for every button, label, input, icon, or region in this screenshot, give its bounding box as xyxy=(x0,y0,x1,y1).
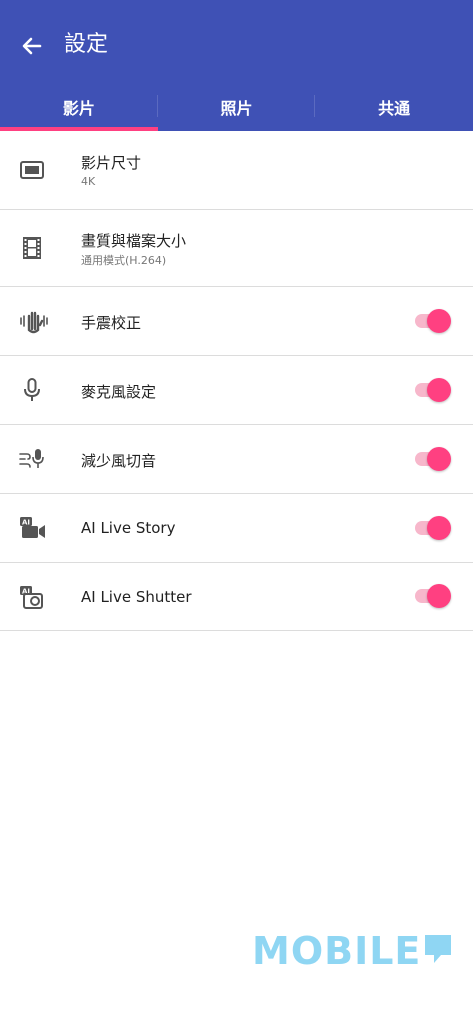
toggle-thumb xyxy=(427,584,451,608)
setting-value: 通用模式(H.264) xyxy=(81,254,167,267)
setting-label: 手震校正 xyxy=(81,314,142,332)
tab-video-label: 影片 xyxy=(62,99,95,118)
tab-common[interactable]: 共通 xyxy=(315,83,473,131)
setting-ai-live-story[interactable]: AI AI Live Story xyxy=(0,494,473,563)
stabilization-toggle[interactable] xyxy=(413,306,453,336)
setting-quality-file-size[interactable]: 畫質與檔案大小 通用模式(H.264) xyxy=(0,210,473,287)
film-strip-icon xyxy=(18,234,46,262)
back-button[interactable] xyxy=(18,32,46,60)
toggle-thumb xyxy=(427,447,451,471)
toggle-thumb xyxy=(427,309,451,333)
page-title: 設定 xyxy=(64,32,109,57)
setting-microphone[interactable]: 麥克風設定 xyxy=(0,356,473,425)
setting-value: 4K xyxy=(81,175,96,188)
watermark-text: MOBILE xyxy=(252,929,422,973)
wind-noise-mic-icon xyxy=(18,445,48,473)
setting-label: 減少風切音 xyxy=(81,452,157,470)
wind-noise-toggle[interactable] xyxy=(413,444,453,474)
setting-video-size[interactable]: 影片尺寸 4K xyxy=(0,131,473,210)
tab-video[interactable]: 影片 xyxy=(0,83,158,131)
setting-label: 影片尺寸 xyxy=(81,154,142,172)
video-size-icon xyxy=(18,156,46,184)
svg-text:AI: AI xyxy=(22,519,30,527)
toggle-thumb xyxy=(427,516,451,540)
setting-stabilization[interactable]: 手震校正 xyxy=(0,287,473,356)
ai-live-shutter-toggle[interactable] xyxy=(413,581,453,611)
app-header: 設定 影片 照片 共通 xyxy=(0,0,473,131)
mobile-watermark: MOBILE xyxy=(252,926,453,976)
microphone-icon xyxy=(18,376,46,404)
setting-label: 麥克風設定 xyxy=(81,383,157,401)
toggle-thumb xyxy=(427,378,451,402)
microphone-toggle[interactable] xyxy=(413,375,453,405)
tab-photo[interactable]: 照片 xyxy=(158,83,316,131)
setting-label: 畫質與檔案大小 xyxy=(81,232,187,250)
tab-photo-label: 照片 xyxy=(220,99,253,118)
tab-common-label: 共通 xyxy=(378,99,411,118)
tab-bar: 影片 照片 共通 xyxy=(0,83,473,131)
setting-label: AI Live Shutter xyxy=(81,588,192,606)
speech-bubble-icon xyxy=(425,935,452,963)
ai-shutter-icon: AI xyxy=(18,583,46,611)
ai-live-story-toggle[interactable] xyxy=(413,513,453,543)
hand-stabilization-icon xyxy=(18,307,50,335)
back-arrow-icon xyxy=(22,37,42,55)
setting-ai-live-shutter[interactable]: AI AI Live Shutter xyxy=(0,563,473,631)
setting-label: AI Live Story xyxy=(81,519,176,537)
ai-video-icon: AI xyxy=(18,514,48,542)
setting-wind-noise[interactable]: 減少風切音 xyxy=(0,425,473,494)
